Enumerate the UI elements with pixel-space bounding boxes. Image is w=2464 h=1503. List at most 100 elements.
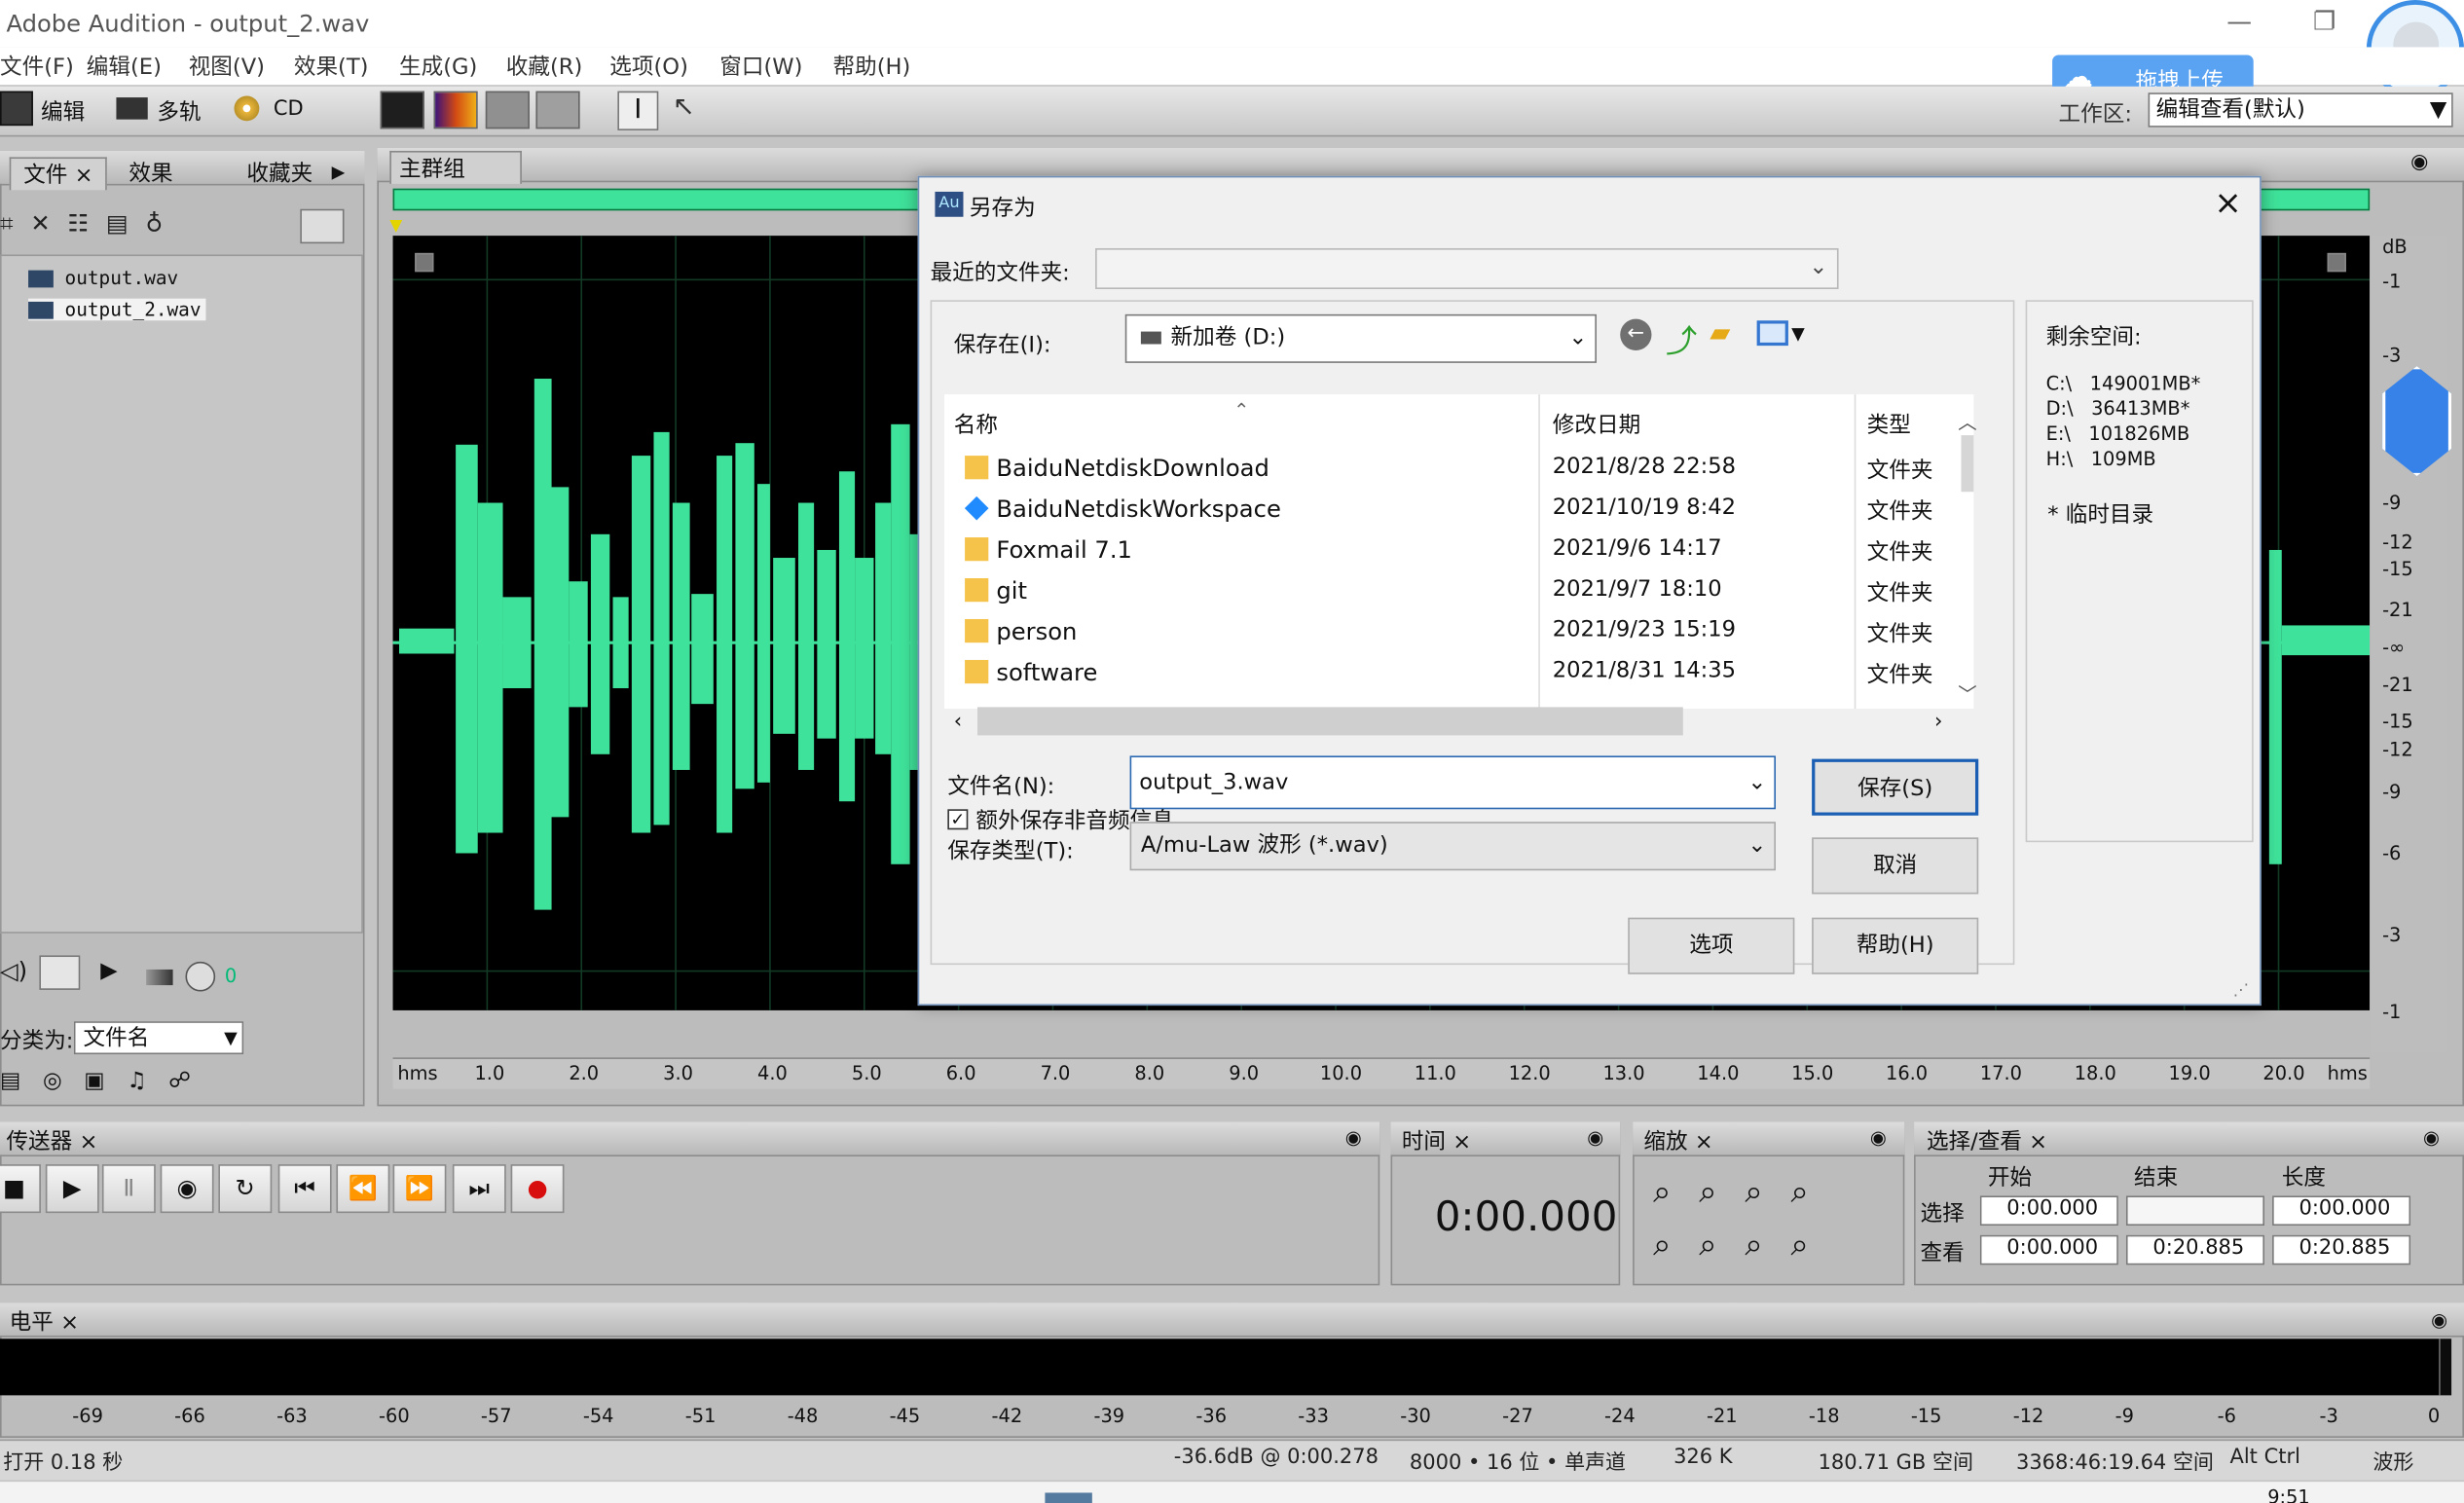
horizontal-scroll-thumb[interactable] (977, 707, 1683, 736)
transport-tab[interactable]: 传送器 × (6, 1125, 97, 1156)
cancel-button[interactable]: 取消 (1812, 837, 1979, 895)
zoom-corner-icon[interactable] (415, 252, 434, 273)
save-button[interactable]: 保存(S) (1812, 758, 1979, 816)
record-button[interactable]: ● (510, 1164, 565, 1214)
filename-input[interactable]: output_3.wav ⌄ (1129, 755, 1776, 810)
tab-files[interactable]: 文件 × (9, 157, 108, 191)
file-filter-icons[interactable]: ▤◎▣♫☍ (0, 1069, 276, 1097)
resize-grip[interactable]: ⋰ (2233, 982, 2249, 1000)
maximize-button[interactable]: ❐ (2313, 6, 2335, 36)
back-icon[interactable]: ← (1620, 318, 1652, 350)
scroll-down-icon[interactable]: ﹀ (1958, 680, 1976, 707)
select-end-field[interactable] (2125, 1195, 2265, 1227)
folder-name[interactable]: BaiduNetdiskWorkspace (996, 495, 1280, 523)
play-button[interactable]: ▶ (45, 1164, 99, 1214)
play-to-end-button[interactable]: ◉ (160, 1164, 214, 1214)
file-panel-tool-icons[interactable]: ⌗✕☷▤♁ (0, 209, 228, 240)
panel-menu-icon[interactable]: ◉ (1345, 1126, 1362, 1149)
vertical-scroll-thumb[interactable] (1961, 435, 1974, 493)
recent-folders-select[interactable]: ⌄ (1095, 248, 1839, 290)
zoom-tab[interactable]: 缩放 × (1643, 1125, 1712, 1156)
close-icon[interactable]: × (75, 164, 93, 189)
taskbar-app-icon[interactable] (1045, 1492, 1092, 1503)
volume-knob[interactable] (185, 961, 216, 992)
auto-play-eye-icon[interactable] (300, 208, 345, 244)
chevron-down-icon[interactable]: ▼ (1791, 324, 1805, 345)
folder-name[interactable]: software (996, 658, 1097, 686)
pan-display-button[interactable] (485, 91, 530, 129)
pause-button[interactable]: Ⅱ (101, 1164, 156, 1214)
go-end-button[interactable]: ⏭ (452, 1164, 506, 1214)
new-folder-icon[interactable]: ▰ (1710, 317, 1730, 348)
menu-favorites[interactable]: 收藏(R) (506, 51, 583, 82)
folder-name[interactable]: person (996, 617, 1077, 645)
scroll-up-icon[interactable]: ︿ (1958, 409, 1976, 435)
folder-name[interactable]: git (996, 576, 1027, 605)
stop-button[interactable]: ■ (0, 1164, 41, 1214)
folder-name[interactable]: Foxmail 7.1 (996, 535, 1132, 564)
select-length-field[interactable]: 0:00.000 (2272, 1195, 2411, 1227)
phase-display-button[interactable] (535, 91, 580, 129)
column-name[interactable]: 名称 (954, 409, 998, 440)
panel-menu-icon[interactable]: ◉ (1587, 1126, 1603, 1149)
spectral-display-button[interactable] (433, 91, 478, 129)
go-start-button[interactable]: ⏮ (277, 1164, 332, 1214)
folder-name[interactable]: BaiduNetdiskDownload (996, 454, 1269, 482)
workspace-select[interactable]: 编辑查看(默认) ▼ (2148, 92, 2453, 128)
select-start-field[interactable]: 0:00.000 (1979, 1195, 2118, 1227)
multitrack-mode-label[interactable]: 多轨 (157, 95, 201, 127)
time-selection-tool[interactable]: I (617, 91, 659, 130)
play-preview-button[interactable]: ▶ (100, 959, 117, 984)
loop-play-button[interactable] (39, 955, 81, 990)
up-folder-icon[interactable]: ⤴ (1666, 315, 1697, 361)
menu-help[interactable]: 帮助(H) (833, 51, 911, 82)
column-date[interactable]: 修改日期 (1553, 409, 1640, 440)
options-button[interactable]: 选项 (1628, 917, 1795, 974)
file-item-output-2[interactable]: output_2.wav (28, 298, 206, 321)
waveform-display-button[interactable] (380, 91, 424, 129)
speaker-icon[interactable]: ◁) (0, 957, 27, 985)
menu-view[interactable]: 视图(V) (189, 51, 265, 82)
view-menu-icon[interactable] (1756, 320, 1788, 347)
rewind-button[interactable]: ⏪ (336, 1164, 390, 1214)
dialog-close-icon[interactable]: × (2214, 184, 2241, 222)
column-type[interactable]: 类型 (1867, 409, 1911, 440)
menu-generate[interactable]: 生成(G) (399, 51, 477, 82)
zoom-fit-icons[interactable]: ⌕⌕⌕⌕ (1653, 1226, 1837, 1264)
minimize-button[interactable]: — (2226, 6, 2252, 36)
panel-menu-icon[interactable]: ◉ (2431, 1309, 2447, 1332)
level-tab[interactable]: 电平 × (10, 1305, 79, 1337)
wave-view-icon[interactable] (0, 91, 33, 127)
zoom-corner-icon[interactable] (2327, 252, 2346, 273)
menu-effects[interactable]: 效果(T) (294, 51, 369, 82)
panel-menu-icon[interactable]: ▶ (332, 162, 346, 182)
panel-menu-icon[interactable]: ◉ (2410, 151, 2428, 174)
help-button[interactable]: 帮助(H) (1812, 917, 1979, 974)
fast-forward-button[interactable]: ⏩ (392, 1164, 447, 1214)
menu-edit[interactable]: 编辑(E) (87, 51, 162, 82)
cd-mode-label[interactable]: CD (274, 97, 304, 121)
filetype-select[interactable]: A/mu-Law 波形 (*.wav) ⌄ (1129, 822, 1776, 871)
scroll-left-icon[interactable]: ‹ (954, 711, 962, 734)
panel-menu-icon[interactable]: ◉ (2423, 1126, 2440, 1149)
sort-select[interactable]: 文件名 ▼ (73, 1021, 244, 1055)
tab-main-group[interactable]: 主群组 (389, 150, 522, 184)
view-length-field[interactable]: 0:20.885 (2272, 1234, 2411, 1265)
view-start-field[interactable]: 0:00.000 (1979, 1234, 2118, 1265)
time-tab[interactable]: 时间 × (1402, 1125, 1471, 1156)
edit-mode-label[interactable]: 编辑 (41, 95, 85, 127)
marquee-tool-icon[interactable]: ↖ (673, 92, 695, 123)
scroll-right-icon[interactable]: › (1934, 711, 1942, 734)
file-item-output[interactable]: output.wav (28, 267, 178, 289)
menu-file[interactable]: 文件(F) (0, 51, 74, 82)
selection-tab[interactable]: 选择/查看 × (1927, 1125, 2047, 1156)
loop-button[interactable]: ↻ (218, 1164, 273, 1214)
extra-info-checkbox[interactable]: ✓ (947, 809, 969, 830)
panel-menu-icon[interactable]: ◉ (1870, 1126, 1887, 1149)
tab-favorites[interactable]: 收藏夹 (246, 157, 313, 188)
view-end-field[interactable]: 0:20.885 (2125, 1234, 2265, 1265)
zoom-in-icons[interactable]: ⌕⌕⌕⌕ (1653, 1172, 1837, 1210)
save-in-select[interactable]: 新加卷 (D:) ⌄ (1124, 313, 1597, 363)
menu-options[interactable]: 选项(O) (609, 51, 688, 82)
tab-effects[interactable]: 效果 (129, 157, 172, 188)
